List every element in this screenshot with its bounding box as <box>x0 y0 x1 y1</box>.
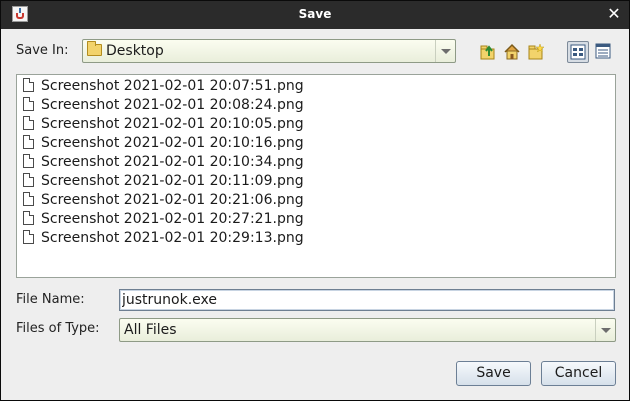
folder-icon <box>87 41 102 56</box>
list-item[interactable]: Screenshot 2021-02-01 20:10:05.png <box>23 116 304 135</box>
list-item[interactable]: Screenshot 2021-02-01 20:10:34.png <box>23 154 304 173</box>
up-one-level-icon <box>480 45 495 60</box>
file-icon <box>23 116 34 130</box>
list-item[interactable]: Screenshot 2021-02-01 20:21:06.png <box>23 192 304 211</box>
close-icon[interactable]: ✕ <box>605 5 623 23</box>
list-item[interactable]: Screenshot 2021-02-01 20:10:16.png <box>23 135 304 154</box>
list-item[interactable]: Screenshot 2021-02-01 20:29:13.png <box>23 230 304 249</box>
file-name: Screenshot 2021-02-01 20:10:05.png <box>41 116 304 132</box>
file-icon <box>23 211 34 225</box>
files-of-type-dropdown[interactable]: All Files <box>119 318 616 342</box>
file-name: Screenshot 2021-02-01 20:10:16.png <box>41 135 304 151</box>
new-folder-button[interactable] <box>525 41 547 63</box>
files-of-type-label: Files of Type: <box>16 321 100 336</box>
list-item[interactable]: Screenshot 2021-02-01 20:11:09.png <box>23 173 304 192</box>
save-in-label: Save In: <box>16 43 69 58</box>
list-view-button[interactable] <box>567 41 589 63</box>
file-name: Screenshot 2021-02-01 20:08:24.png <box>41 97 304 113</box>
file-list[interactable]: Screenshot 2021-02-01 20:07:51.png Scree… <box>16 74 616 278</box>
list-item[interactable]: Screenshot 2021-02-01 20:27:21.png <box>23 211 304 230</box>
chevron-down-icon[interactable] <box>435 40 455 62</box>
file-name: Screenshot 2021-02-01 20:07:51.png <box>41 78 304 94</box>
file-name-label: File Name: <box>16 292 85 307</box>
details-view-icon <box>595 43 611 59</box>
save-dialog: Save ✕ Save In: Desktop Screenshot 2021-… <box>0 0 630 401</box>
new-folder-icon <box>528 43 545 60</box>
file-name-field[interactable] <box>119 289 615 311</box>
files-of-type-value: All Files <box>124 322 177 338</box>
file-name: Screenshot 2021-02-01 20:11:09.png <box>41 173 304 189</box>
details-view-button[interactable] <box>593 41 615 63</box>
file-icon <box>23 78 34 92</box>
file-name: Screenshot 2021-02-01 20:10:34.png <box>41 154 304 170</box>
file-icon <box>23 192 34 206</box>
home-icon <box>504 43 520 60</box>
list-item[interactable]: Screenshot 2021-02-01 20:08:24.png <box>23 97 304 116</box>
home-button[interactable] <box>501 41 523 63</box>
dialog-title: Save <box>298 7 332 21</box>
list-view-icon <box>570 44 586 60</box>
file-icon <box>23 154 34 168</box>
title-bar[interactable]: Save ✕ <box>1 1 629 29</box>
save-in-text: Desktop <box>106 43 164 59</box>
save-in-value: Desktop <box>87 41 164 59</box>
file-name: Screenshot 2021-02-01 20:21:06.png <box>41 192 304 208</box>
file-name: Screenshot 2021-02-01 20:27:21.png <box>41 211 304 227</box>
chevron-down-icon[interactable] <box>595 319 615 341</box>
file-name-input[interactable] <box>122 291 610 309</box>
file-icon <box>23 97 34 111</box>
list-item[interactable]: Screenshot 2021-02-01 20:07:51.png <box>23 78 304 97</box>
file-icon <box>23 230 34 244</box>
file-name: Screenshot 2021-02-01 20:29:13.png <box>41 230 304 246</box>
save-in-dropdown[interactable]: Desktop <box>82 39 456 63</box>
file-icon <box>23 173 34 187</box>
up-one-level-button[interactable] <box>477 41 499 63</box>
save-button[interactable]: Save <box>456 361 531 386</box>
cancel-button[interactable]: Cancel <box>541 361 616 386</box>
file-icon <box>23 135 34 149</box>
